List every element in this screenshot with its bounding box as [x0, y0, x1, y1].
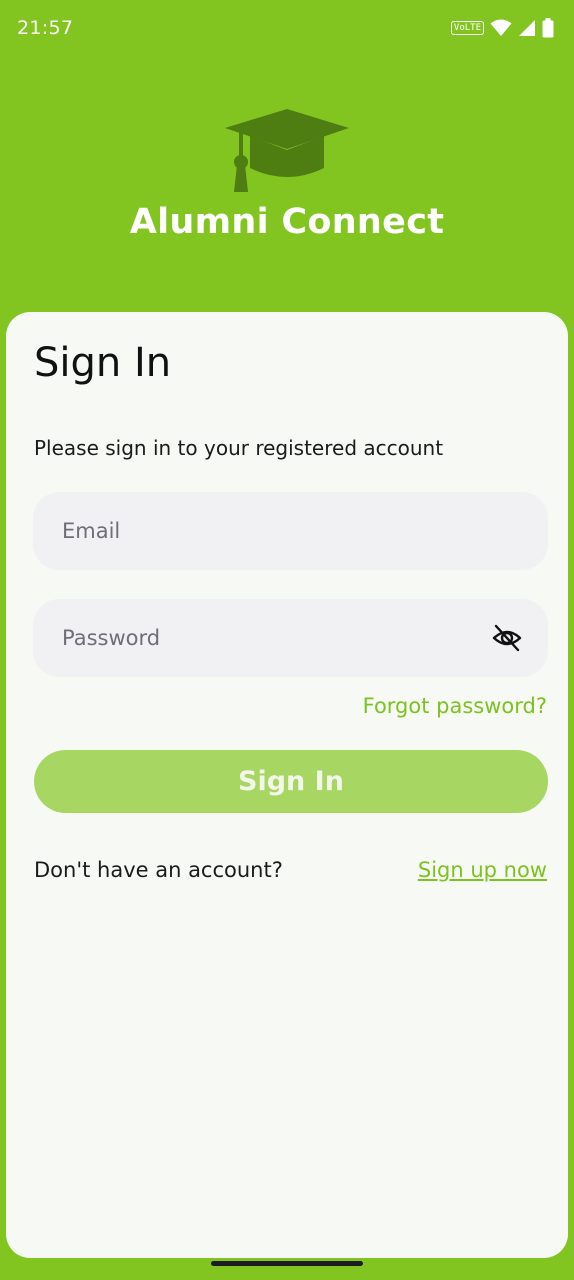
sign-up-link[interactable]: Sign up now [418, 858, 547, 882]
email-input[interactable] [33, 492, 548, 570]
home-indicator[interactable] [211, 1261, 363, 1266]
status-time: 21:57 [17, 17, 74, 39]
status-bar: 21:57 VoLTE [0, 0, 574, 58]
wifi-icon [490, 19, 512, 36]
app-title: Alumni Connect [129, 202, 445, 242]
battery-icon [542, 18, 554, 38]
signal-icon [519, 20, 535, 36]
volte-icon: VoLTE [450, 21, 484, 35]
eye-off-icon[interactable] [492, 623, 522, 653]
signin-card: Sign In Please sign in to your registere… [6, 312, 568, 1258]
forgot-password-link[interactable]: Forgot password? [363, 694, 547, 718]
password-input[interactable] [33, 599, 548, 677]
no-account-text: Don't have an account? [34, 858, 283, 882]
sign-in-button[interactable]: Sign In [34, 750, 548, 813]
signin-subtitle: Please sign in to your registered accoun… [34, 436, 444, 460]
status-icons: VoLTE [450, 17, 554, 39]
password-field-container [33, 599, 548, 677]
graduation-cap-icon [225, 109, 349, 192]
page-title: Sign In [34, 340, 172, 386]
email-field-container [33, 492, 548, 570]
